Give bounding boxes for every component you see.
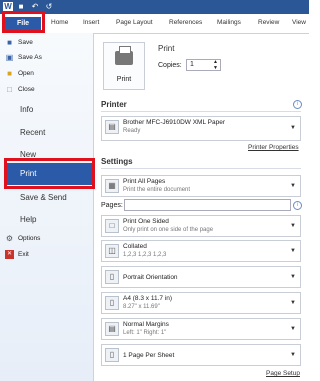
nav-recent[interactable]: Recent — [20, 128, 45, 137]
printer-icon — [115, 46, 133, 65]
nav-options[interactable]: ⚙ Options — [6, 234, 41, 243]
setting-label: Portrait Orientation — [123, 274, 178, 281]
copies-label: Copies: — [158, 62, 182, 69]
options-icon: ⚙ — [5, 234, 14, 243]
folder-icon: ■ — [7, 69, 12, 78]
printer-dropdown[interactable]: ▤ Brother MFC-J6910DW XML Paper Ready ▼ — [101, 116, 301, 141]
print-heading: Print — [158, 44, 175, 53]
paper-size-icon: ▯ — [105, 296, 119, 310]
print-nav-highlight — [4, 158, 95, 189]
one-sided-icon: □ — [105, 219, 119, 233]
nav-save-label: Save — [18, 39, 33, 46]
printer-properties-link[interactable]: Printer Properties — [248, 144, 299, 151]
setting-sub: 1,2,3 1,2,3 1,2,3 — [123, 252, 167, 258]
tab-review[interactable]: Review — [258, 19, 279, 26]
nav-save[interactable]: ■ Save — [7, 38, 33, 47]
nav-exit[interactable]: ✕ Exit — [5, 250, 29, 259]
title-bar: W ■ ↶ ↺ — [0, 0, 309, 14]
save-as-icon: ▣ — [5, 53, 14, 62]
tab-home[interactable]: Home — [51, 19, 68, 26]
orientation-dropdown[interactable]: ▯ Portrait Orientation ▼ — [101, 266, 301, 288]
pages-per-sheet-dropdown[interactable]: ▯ 1 Page Per Sheet ▼ — [101, 344, 301, 366]
nav-open-label: Open — [18, 70, 34, 77]
setting-sub: Print the entire document — [123, 187, 191, 193]
setting-label: Print One Sided — [123, 218, 169, 225]
backstage-nav: ■ Save ▣ Save As ■ Open □ Close Info Rec… — [0, 33, 94, 381]
chevron-down-icon: ▼ — [290, 300, 296, 306]
copies-stepper[interactable]: 1 ▲ ▼ — [186, 59, 221, 71]
nav-save-as-label: Save As — [18, 54, 42, 61]
pages-info-icon[interactable]: i — [293, 201, 302, 210]
nav-exit-label: Exit — [18, 251, 29, 258]
printer-device-icon: ▤ — [105, 120, 119, 134]
file-tab-highlight — [2, 11, 45, 33]
setting-label: Collated — [123, 243, 147, 250]
exit-icon: ✕ — [5, 250, 14, 259]
printer-divider — [101, 111, 301, 112]
tab-references[interactable]: References — [169, 19, 202, 26]
collated-icon: ◫ — [105, 244, 119, 258]
collation-dropdown[interactable]: ◫ Collated 1,2,3 1,2,3 1,2,3 ▼ — [101, 240, 301, 262]
redo-icon[interactable]: ↺ — [44, 2, 54, 12]
chevron-down-icon: ▼ — [290, 125, 296, 131]
nav-save-send[interactable]: Save & Send — [20, 193, 67, 202]
margins-dropdown[interactable]: ▤ Normal Margins Left: 1" Right: 1" ▼ — [101, 318, 301, 340]
chevron-down-icon: ▼ — [290, 248, 296, 254]
setting-label: A4 (8.3 x 11.7 in) — [123, 295, 173, 302]
printer-status: Ready — [123, 128, 141, 134]
chevron-down-icon: ▼ — [290, 183, 296, 189]
copies-value: 1 — [190, 61, 194, 68]
chevron-down-icon: ▼ — [290, 223, 296, 229]
print-button-label: Print — [116, 76, 132, 83]
printer-name: Brother MFC-J6910DW XML Paper — [123, 119, 225, 126]
chevron-down-icon: ▼ — [290, 274, 296, 280]
nav-options-label: Options — [18, 235, 41, 242]
setting-label: 1 Page Per Sheet — [123, 352, 175, 359]
paper-size-dropdown[interactable]: ▯ A4 (8.3 x 11.7 in) 8.27" x 11.69" ▼ — [101, 292, 301, 314]
setting-label: Print All Pages — [123, 178, 166, 185]
nav-help[interactable]: Help — [20, 215, 36, 224]
printer-heading: Printer — [101, 100, 127, 109]
chevron-down-icon: ▼ — [290, 326, 296, 332]
setting-sub: Only print on one side of the page — [123, 227, 214, 233]
settings-divider — [101, 168, 301, 169]
chevron-down-icon: ▼ — [290, 352, 296, 358]
setting-sub: Left: 1" Right: 1" — [123, 330, 167, 336]
nav-close-label: Close — [18, 86, 35, 93]
printer-info-icon[interactable]: i — [293, 100, 302, 109]
margins-icon: ▤ — [105, 322, 119, 336]
print-range-dropdown[interactable]: ▦ Print All Pages Print the entire docum… — [101, 175, 301, 197]
print-button[interactable]: Print — [103, 42, 145, 90]
nav-close[interactable]: □ Close — [7, 85, 35, 94]
save-icon: ■ — [7, 38, 12, 47]
portrait-icon: ▯ — [105, 270, 119, 284]
tab-mailings[interactable]: Mailings — [217, 19, 241, 26]
pages-icon: ▦ — [105, 179, 119, 193]
page-per-sheet-icon: ▯ — [105, 348, 119, 362]
settings-heading: Settings — [101, 157, 133, 166]
nav-info[interactable]: Info — [20, 105, 33, 114]
tab-page-layout[interactable]: Page Layout — [116, 19, 153, 26]
close-document-icon: □ — [7, 85, 12, 94]
pages-input[interactable] — [124, 199, 291, 211]
nav-save-as[interactable]: ▣ Save As — [6, 53, 42, 62]
ribbon-tabs: File Home Insert Page Layout References … — [0, 14, 309, 34]
setting-sub: 8.27" x 11.69" — [123, 304, 160, 310]
nav-open[interactable]: ■ Open — [7, 69, 34, 78]
pages-label: Pages: — [101, 202, 123, 209]
stepper-arrows-icon[interactable]: ▲ ▼ — [213, 59, 218, 71]
tab-insert[interactable]: Insert — [83, 19, 99, 26]
setting-label: Normal Margins — [123, 321, 169, 328]
page-setup-link[interactable]: Page Setup — [266, 370, 300, 377]
tab-view[interactable]: View — [292, 19, 306, 26]
sides-dropdown[interactable]: □ Print One Sided Only print on one side… — [101, 215, 301, 237]
